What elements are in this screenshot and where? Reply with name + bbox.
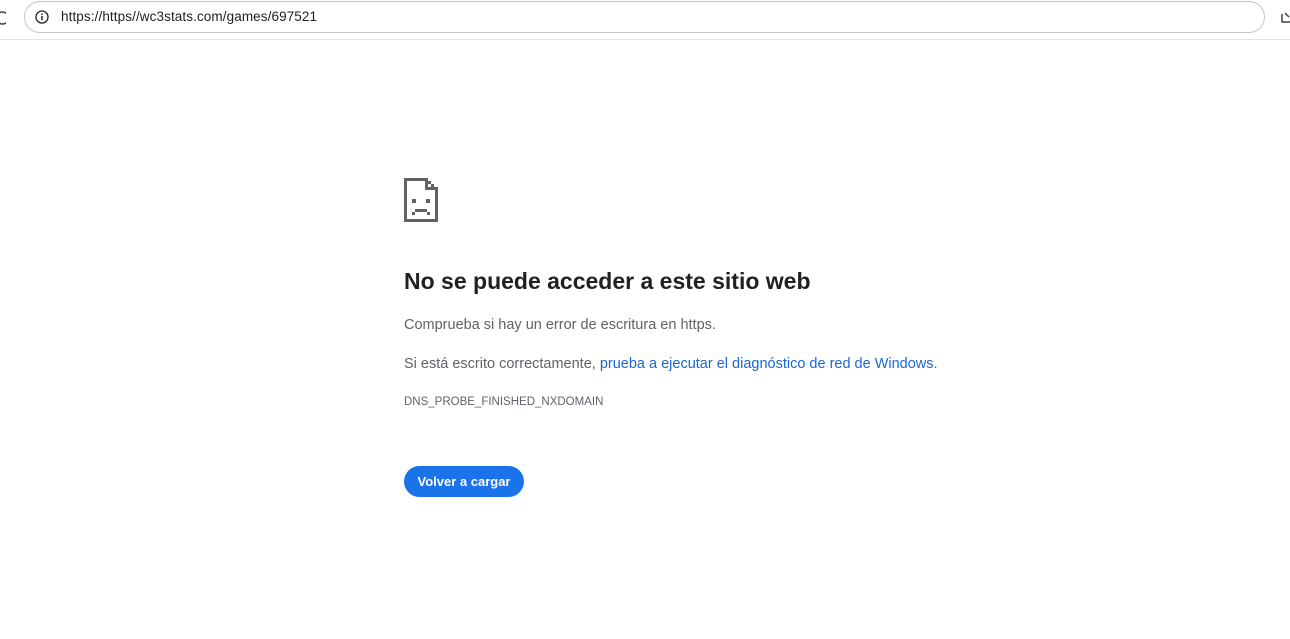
info-icon[interactable]	[35, 10, 49, 24]
network-diagnostics-link[interactable]: prueba a ejecutar el diagnóstico de red …	[600, 356, 934, 372]
reload-button[interactable]: Volver a cargar	[404, 466, 524, 497]
typo-message: Comprueba si hay un error de escritura e…	[404, 317, 716, 333]
suggestion-suffix: .	[933, 356, 938, 372]
suggestion-prefix: Si está escrito correctamente,	[404, 356, 600, 372]
address-bar[interactable]: https://https//wc3stats.com/games/697521	[24, 1, 1265, 33]
reload-icon[interactable]	[0, 10, 10, 26]
url-text[interactable]: https://https//wc3stats.com/games/697521	[61, 9, 317, 24]
suggestion-message: Si está escrito correctamente, prueba a …	[404, 356, 938, 372]
sad-page-icon	[404, 178, 438, 222]
error-code: DNS_PROBE_FINISHED_NXDOMAIN	[404, 396, 604, 408]
error-headline: No se puede acceder a este sitio web	[404, 268, 811, 294]
download-icon[interactable]	[1280, 12, 1290, 26]
browser-toolbar: https://https//wc3stats.com/games/697521	[0, 0, 1290, 40]
